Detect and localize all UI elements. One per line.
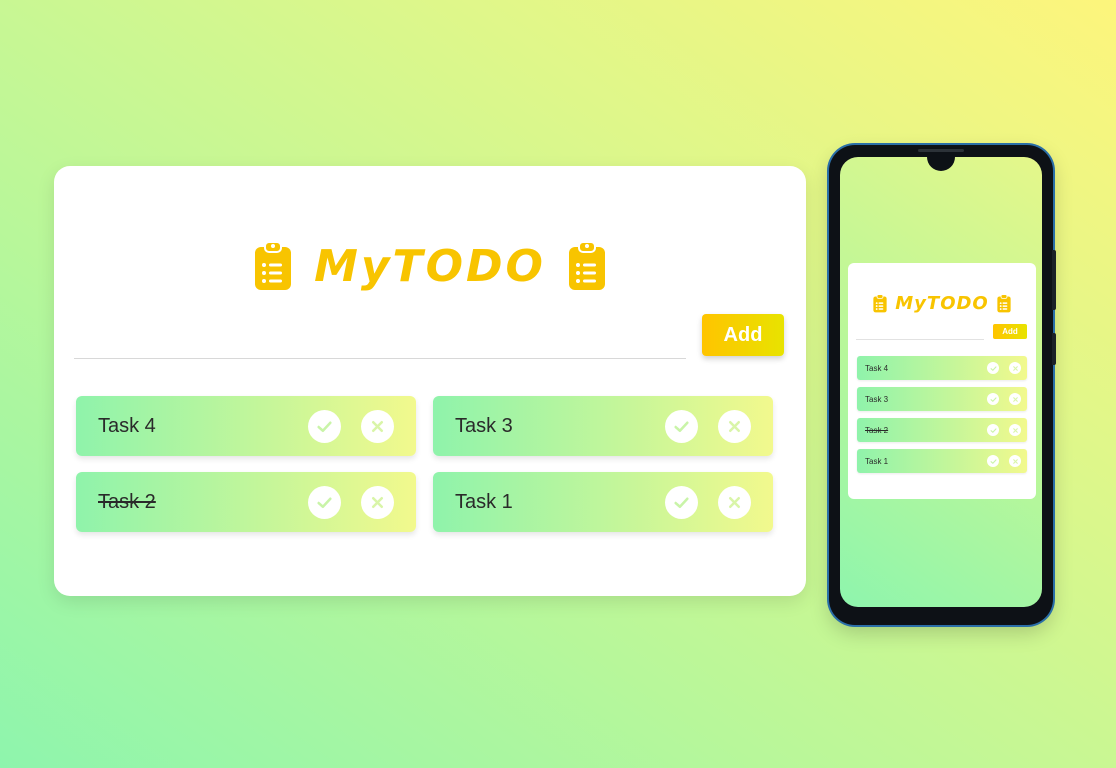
app-title: MyTODO	[314, 240, 546, 292]
mobile-task-item: Task 2	[857, 418, 1027, 442]
task-label: Task 1	[455, 490, 513, 513]
complete-task-button[interactable]	[665, 409, 698, 443]
complete-task-button[interactable]	[308, 409, 341, 443]
clipboard-list-icon	[255, 241, 292, 290]
mobile-task-label: Task 1	[865, 456, 889, 466]
app-header: MyTODO	[54, 236, 806, 296]
phone-volume-button	[1052, 250, 1056, 310]
phone-mockup: MyTODO Add Task 4 Task 3 Task 2 Task 1	[829, 145, 1053, 625]
close-icon	[1012, 365, 1018, 371]
close-icon	[728, 496, 741, 508]
mobile-complete-button[interactable]	[987, 424, 999, 436]
mobile-task-list: Task 4 Task 3 Task 2 Task 1	[857, 356, 1027, 480]
close-icon	[728, 420, 741, 432]
check-icon	[990, 427, 996, 433]
phone-notch	[927, 157, 955, 171]
clipboard-list-icon	[568, 241, 605, 290]
task-input[interactable]	[74, 312, 686, 359]
mobile-delete-button[interactable]	[1009, 455, 1021, 467]
task-item: Task 2	[76, 472, 416, 532]
mobile-app-title: MyTODO	[895, 292, 989, 314]
task-list: Task 4 Task 3 Task 2 Task 1	[76, 396, 774, 532]
check-icon	[317, 497, 332, 508]
task-label: Task 3	[455, 414, 513, 437]
delete-task-button[interactable]	[361, 485, 394, 519]
close-icon	[371, 496, 384, 508]
mobile-task-label: Task 3	[865, 394, 889, 404]
delete-task-button[interactable]	[718, 409, 751, 443]
mobile-complete-button[interactable]	[987, 393, 999, 405]
clipboard-list-icon	[873, 293, 887, 312]
phone-power-button	[1052, 333, 1056, 365]
complete-task-button[interactable]	[308, 485, 341, 519]
mobile-add-button[interactable]: Add	[993, 324, 1027, 339]
check-icon	[990, 458, 996, 464]
mobile-complete-button[interactable]	[987, 362, 999, 374]
check-icon	[674, 421, 689, 432]
check-icon	[990, 396, 996, 402]
delete-task-button[interactable]	[361, 409, 394, 443]
mobile-app-header: MyTODO	[848, 291, 1036, 315]
mobile-todo-card: MyTODO Add Task 4 Task 3 Task 2 Task 1	[848, 263, 1036, 499]
close-icon	[1012, 458, 1018, 464]
check-icon	[674, 497, 689, 508]
close-icon	[371, 420, 384, 432]
delete-task-button[interactable]	[718, 485, 751, 519]
mobile-delete-button[interactable]	[1009, 424, 1021, 436]
task-item: Task 1	[433, 472, 773, 532]
task-item: Task 4	[76, 396, 416, 456]
close-icon	[1012, 427, 1018, 433]
mobile-complete-button[interactable]	[987, 455, 999, 467]
mobile-task-item: Task 3	[857, 387, 1027, 411]
clipboard-list-icon	[997, 293, 1011, 312]
mobile-delete-button[interactable]	[1009, 362, 1021, 374]
task-item: Task 3	[433, 396, 773, 456]
todo-card: MyTODO Add Task 4 Task 3 Task 2 Task 1	[54, 166, 806, 596]
mobile-task-label: Task 4	[865, 363, 889, 373]
check-icon	[990, 365, 996, 371]
add-task-row: Add	[74, 312, 784, 362]
close-icon	[1012, 396, 1018, 402]
mobile-task-item: Task 1	[857, 449, 1027, 473]
phone-speaker	[918, 149, 964, 152]
mobile-task-item: Task 4	[857, 356, 1027, 380]
complete-task-button[interactable]	[665, 485, 698, 519]
task-label: Task 4	[98, 414, 156, 437]
mobile-task-input[interactable]	[856, 325, 984, 340]
add-button[interactable]: Add	[702, 314, 784, 356]
mobile-task-label: Task 2	[865, 425, 889, 435]
mobile-delete-button[interactable]	[1009, 393, 1021, 405]
task-label: Task 2	[98, 490, 156, 513]
check-icon	[317, 421, 332, 432]
phone-screen: MyTODO Add Task 4 Task 3 Task 2 Task 1	[840, 157, 1042, 607]
